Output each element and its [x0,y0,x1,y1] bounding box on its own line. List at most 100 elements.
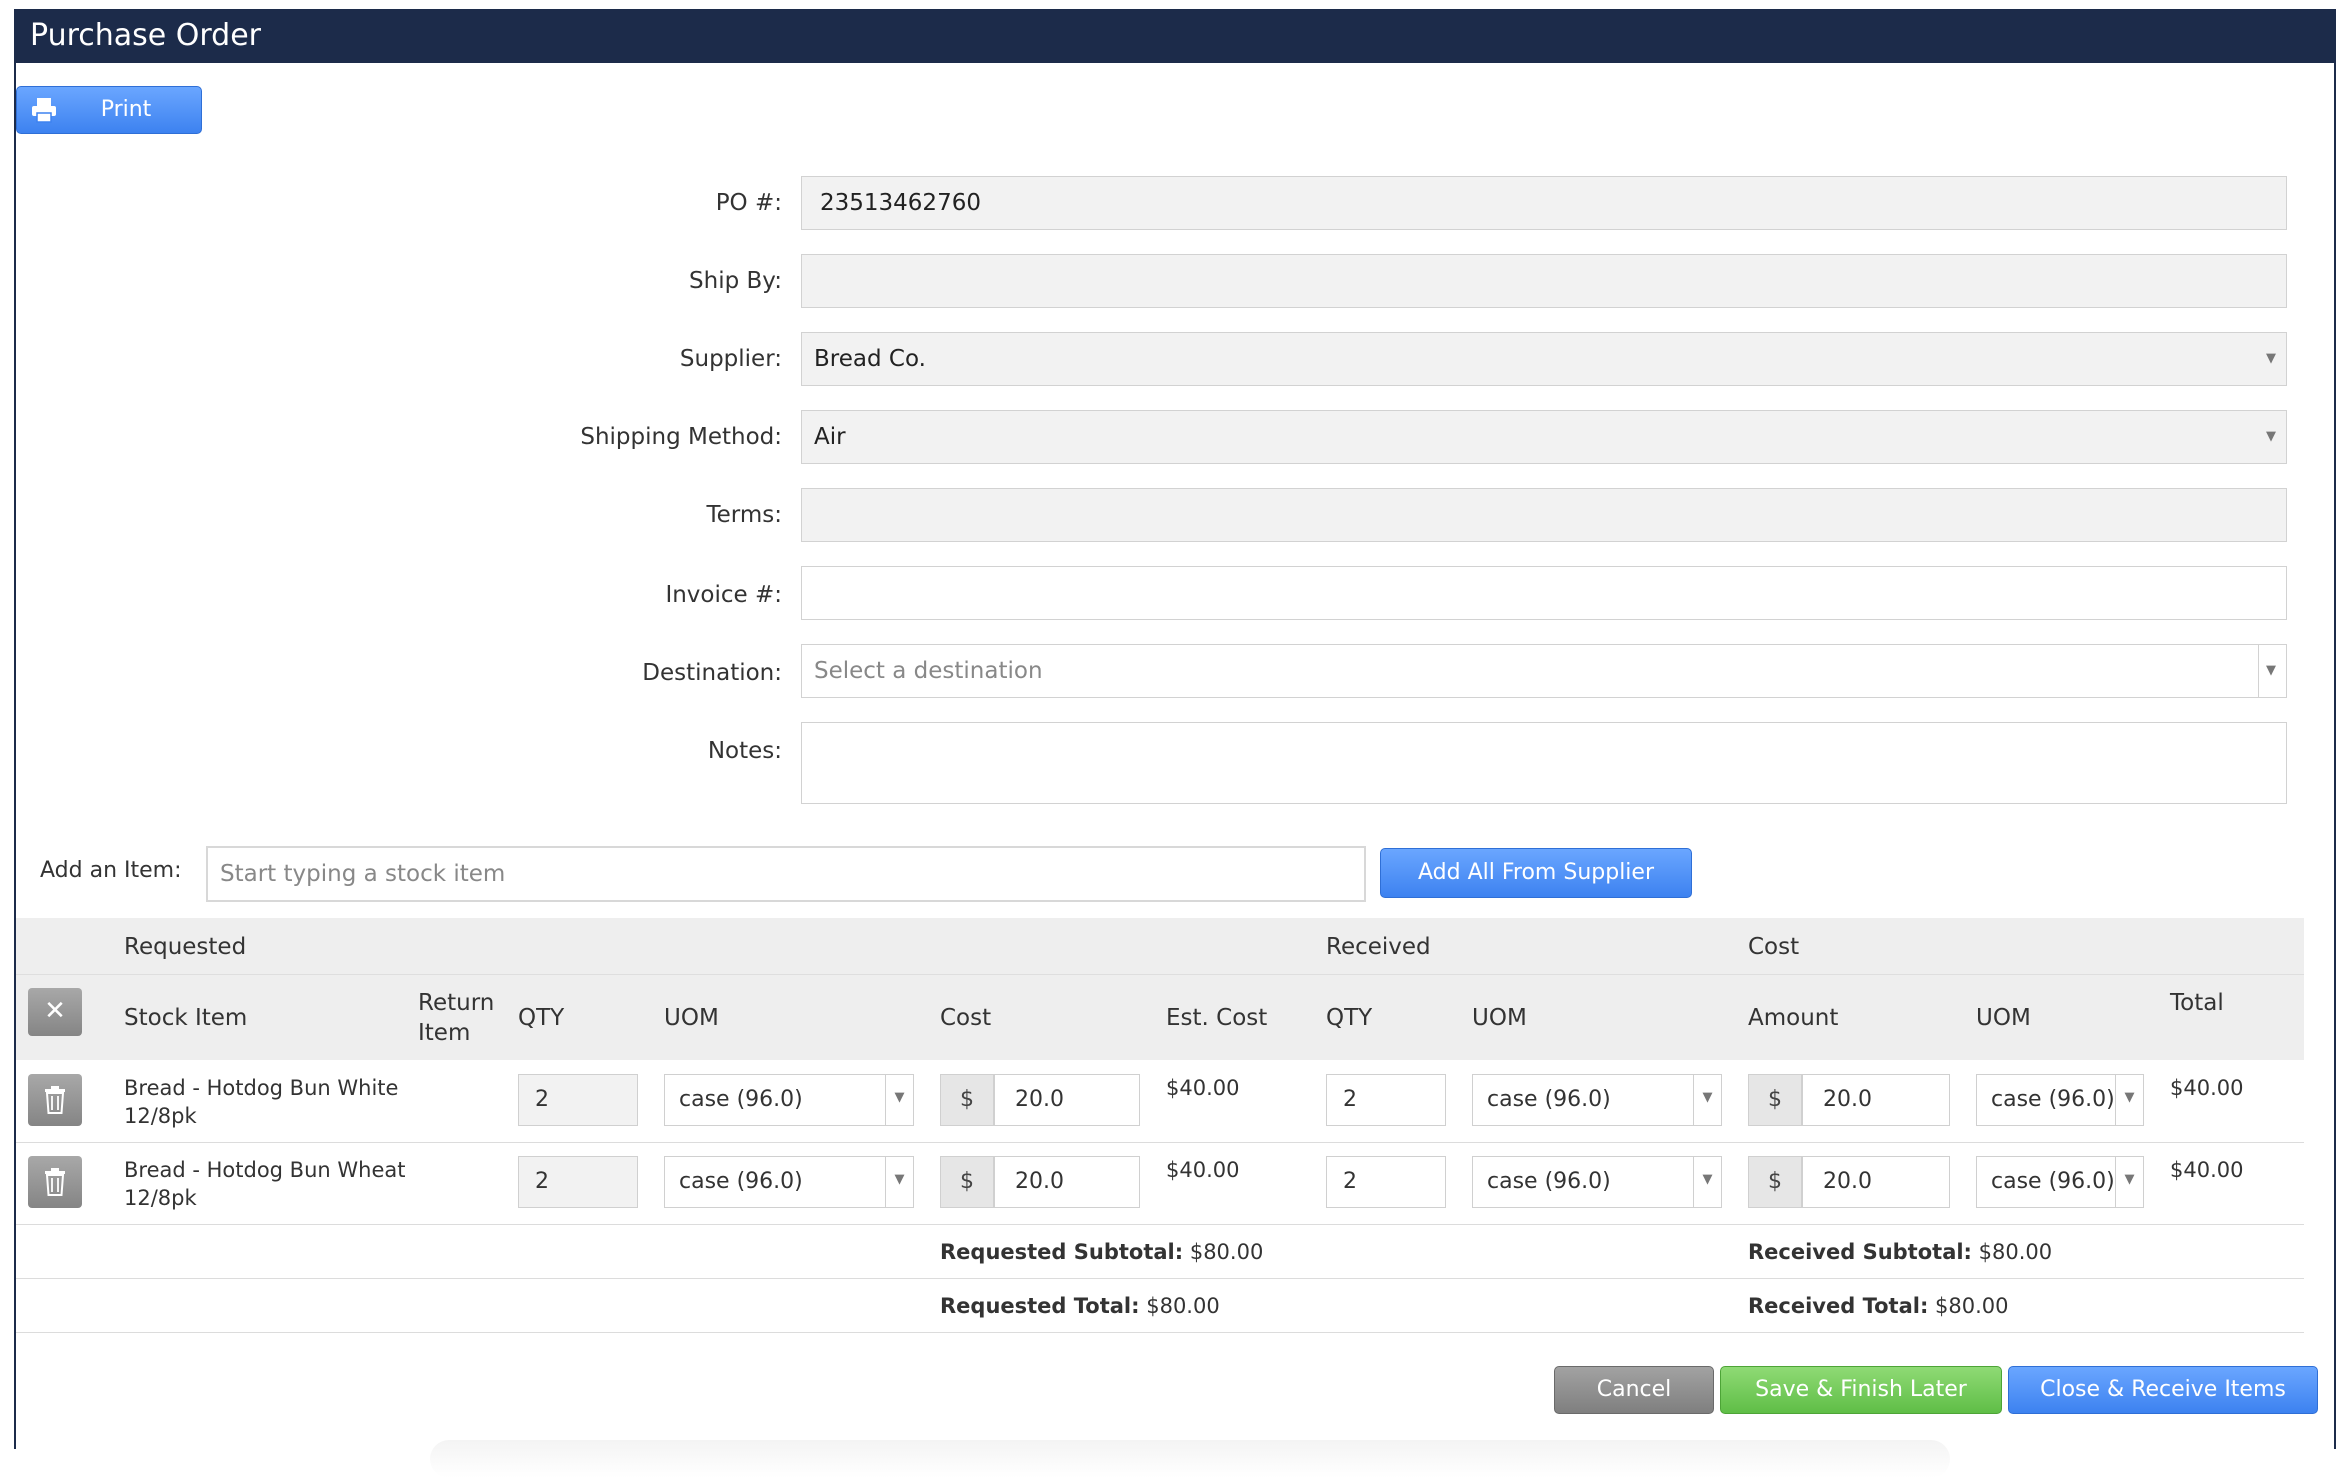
supplier-select[interactable]: Bread Co. ▼ [801,332,2287,386]
supplier-value: Bread Co. [814,346,926,372]
supplier-label: Supplier: [679,346,782,372]
requested-qty-input[interactable]: 2 [518,1156,638,1208]
requested-uom-select[interactable]: case (96.0) ▼ [664,1156,914,1208]
cost-uom-value: case (96.0) [1991,1169,2115,1194]
col-total: Total [2170,990,2224,1016]
requested-subtotal-label: Requested Subtotal: [940,1240,1184,1264]
save-label: Save & Finish Later [1755,1377,1967,1402]
printer-icon [32,98,56,123]
shipping-method-select[interactable]: Air ▼ [801,410,2287,464]
print-label: Print [100,97,152,122]
add-item-input[interactable]: Start typing a stock item [206,846,1366,902]
window-shadow [430,1440,1950,1478]
col-requested-uom: UOM [664,1005,719,1031]
cost-uom-value: case (96.0) [1991,1087,2115,1112]
add-item-placeholder: Start typing a stock item [220,861,506,887]
window-title: Purchase Order [16,9,2334,63]
destination-label: Destination: [642,660,782,686]
notes-textarea[interactable] [801,722,2287,804]
currency-symbol: $ [1748,1156,1802,1208]
col-received-qty: QTY [1326,1005,1373,1031]
chevron-down-icon: ▼ [2266,663,2276,678]
amount-input[interactable]: 20.0 [1802,1156,1950,1208]
received-qty-input[interactable]: 2 [1326,1074,1446,1126]
stock-item-name: Bread - Hotdog Bun Wheat 12/8pk [124,1158,406,1210]
requested-subtotal: Requested Subtotal: $80.00 [940,1240,1263,1264]
requested-uom-value: case (96.0) [679,1169,803,1194]
group-cost: Cost [1748,934,1800,960]
received-uom-value: case (96.0) [1487,1087,1611,1112]
group-received: Received [1326,934,1431,960]
currency-symbol: $ [940,1156,994,1208]
requested-total: Requested Total: $80.00 [940,1294,1220,1318]
chevron-down-icon: ▼ [2266,429,2276,444]
amount-input[interactable]: 20.0 [1802,1074,1950,1126]
close-icon: ✕ [44,996,66,1026]
close-receive-items-button[interactable]: Close & Receive Items [2008,1366,2318,1414]
chevron-down-icon: ▼ [1693,1157,1721,1207]
requested-uom-value: case (96.0) [679,1087,803,1112]
received-uom-value: case (96.0) [1487,1169,1611,1194]
shipping-method-label: Shipping Method: [580,424,782,450]
ship-by-label: Ship By: [689,268,782,294]
received-total-value: $80.00 [1935,1294,2009,1318]
col-requested-qty: QTY [518,1005,565,1031]
requested-subtotal-value: $80.00 [1189,1240,1264,1264]
items-table-header [16,918,2304,1060]
trash-icon [45,1168,65,1196]
terms-label: Terms: [706,502,782,528]
trash-icon [45,1086,65,1114]
requested-qty-input[interactable]: 2 [518,1074,638,1126]
save-finish-later-button[interactable]: Save & Finish Later [1720,1366,2002,1414]
invoice-label: Invoice #: [665,582,782,608]
currency-symbol: $ [940,1074,994,1126]
cost-uom-select[interactable]: case (96.0) ▼ [1976,1074,2144,1126]
shipping-method-value: Air [814,424,846,450]
po-number-value: 23513462760 [820,190,981,216]
col-stock-item: Stock Item [124,1005,248,1031]
received-total-label: Received Total: [1748,1294,1929,1318]
print-button[interactable]: Print [16,86,202,134]
received-subtotal-label: Received Subtotal: [1748,1240,1972,1264]
chevron-down-icon: ▼ [885,1075,913,1125]
col-requested-cost: Cost [940,1005,992,1031]
group-requested: Requested [124,934,247,960]
requested-cost-input[interactable]: 20.0 [994,1156,1140,1208]
terms-field[interactable] [801,488,2287,542]
row-total-value: $40.00 [2170,1076,2244,1100]
currency-symbol: $ [1748,1074,1802,1126]
received-subtotal: Received Subtotal: $80.00 [1748,1240,2052,1264]
invoice-field[interactable] [801,566,2287,620]
received-uom-select[interactable]: case (96.0) ▼ [1472,1156,1722,1208]
stock-item-name: Bread - Hotdog Bun White 12/8pk [124,1076,399,1128]
requested-cost-input[interactable]: 20.0 [994,1074,1140,1126]
ship-by-field[interactable] [801,254,2287,308]
chevron-down-icon: ▼ [885,1157,913,1207]
received-qty-input[interactable]: 2 [1326,1156,1446,1208]
chevron-down-icon: ▼ [2266,351,2276,366]
requested-uom-select[interactable]: case (96.0) ▼ [664,1074,914,1126]
add-item-label: Add an Item: [40,858,182,883]
cancel-button[interactable]: Cancel [1554,1366,1714,1414]
col-amount: Amount [1748,1005,1839,1031]
cost-uom-select[interactable]: case (96.0) ▼ [1976,1156,2144,1208]
destination-placeholder: Select a destination [814,658,1043,684]
received-uom-select[interactable]: case (96.0) ▼ [1472,1074,1722,1126]
chevron-down-icon: ▼ [2115,1075,2143,1125]
col-cost-uom: UOM [1976,1005,2031,1031]
close-receive-label: Close & Receive Items [2040,1377,2286,1402]
remove-all-button[interactable]: ✕ [28,988,82,1036]
requested-total-value: $80.00 [1146,1294,1220,1318]
chevron-down-icon: ▼ [1693,1075,1721,1125]
destination-select[interactable]: Select a destination ▼ [801,644,2287,698]
po-number-field[interactable]: 23513462760 [801,176,2287,230]
est-cost-value: $40.00 [1166,1158,1240,1182]
delete-row-button[interactable] [28,1156,82,1208]
add-all-from-supplier-button[interactable]: Add All From Supplier [1380,848,1692,898]
notes-label: Notes: [707,738,782,764]
po-label: PO #: [715,190,782,216]
cancel-label: Cancel [1596,1377,1672,1402]
col-est-cost: Est. Cost [1166,1005,1268,1031]
est-cost-value: $40.00 [1166,1076,1240,1100]
delete-row-button[interactable] [28,1074,82,1126]
